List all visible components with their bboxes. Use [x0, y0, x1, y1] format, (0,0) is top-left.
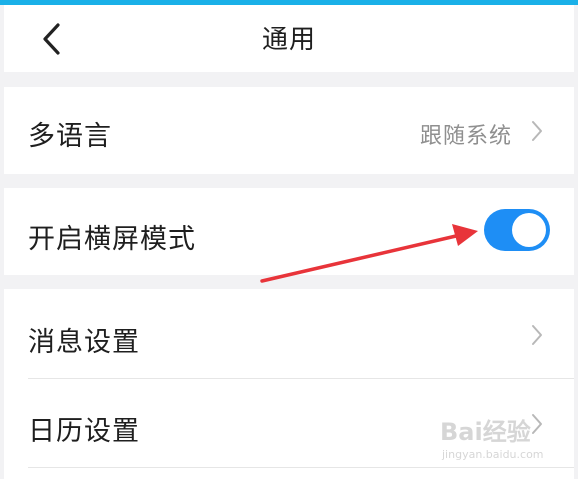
chevron-right-icon — [532, 121, 542, 141]
landscape-mode-row: 开启横屏模式 — [4, 188, 574, 275]
language-label: 多语言 — [28, 121, 112, 152]
chevron-right-icon — [532, 325, 542, 345]
watermark-logo: Bai经验 — [440, 418, 531, 446]
watermark-url: jingyan.baidu.com — [442, 448, 544, 461]
toggle-knob — [512, 213, 546, 247]
page-title: 通用 — [261, 25, 316, 55]
navigation-header: 通用 — [4, 5, 574, 72]
message-settings-label: 消息设置 — [28, 327, 140, 358]
language-value: 跟随系统 — [419, 124, 512, 149]
message-settings-row[interactable]: 消息设置 — [4, 289, 574, 378]
language-setting-row[interactable]: 多语言 跟随系统 — [4, 87, 574, 174]
calendar-settings-label: 日历设置 — [28, 416, 140, 447]
settings-screen: 通用 多语言 跟随系统 开启横屏模式 消息设置 日历设置 — [4, 5, 574, 479]
landscape-mode-toggle[interactable] — [484, 209, 550, 251]
baidu-jingyan-watermark: Bai经验 jingyan.baidu.com — [434, 410, 564, 468]
landscape-mode-label: 开启横屏模式 — [28, 224, 196, 255]
